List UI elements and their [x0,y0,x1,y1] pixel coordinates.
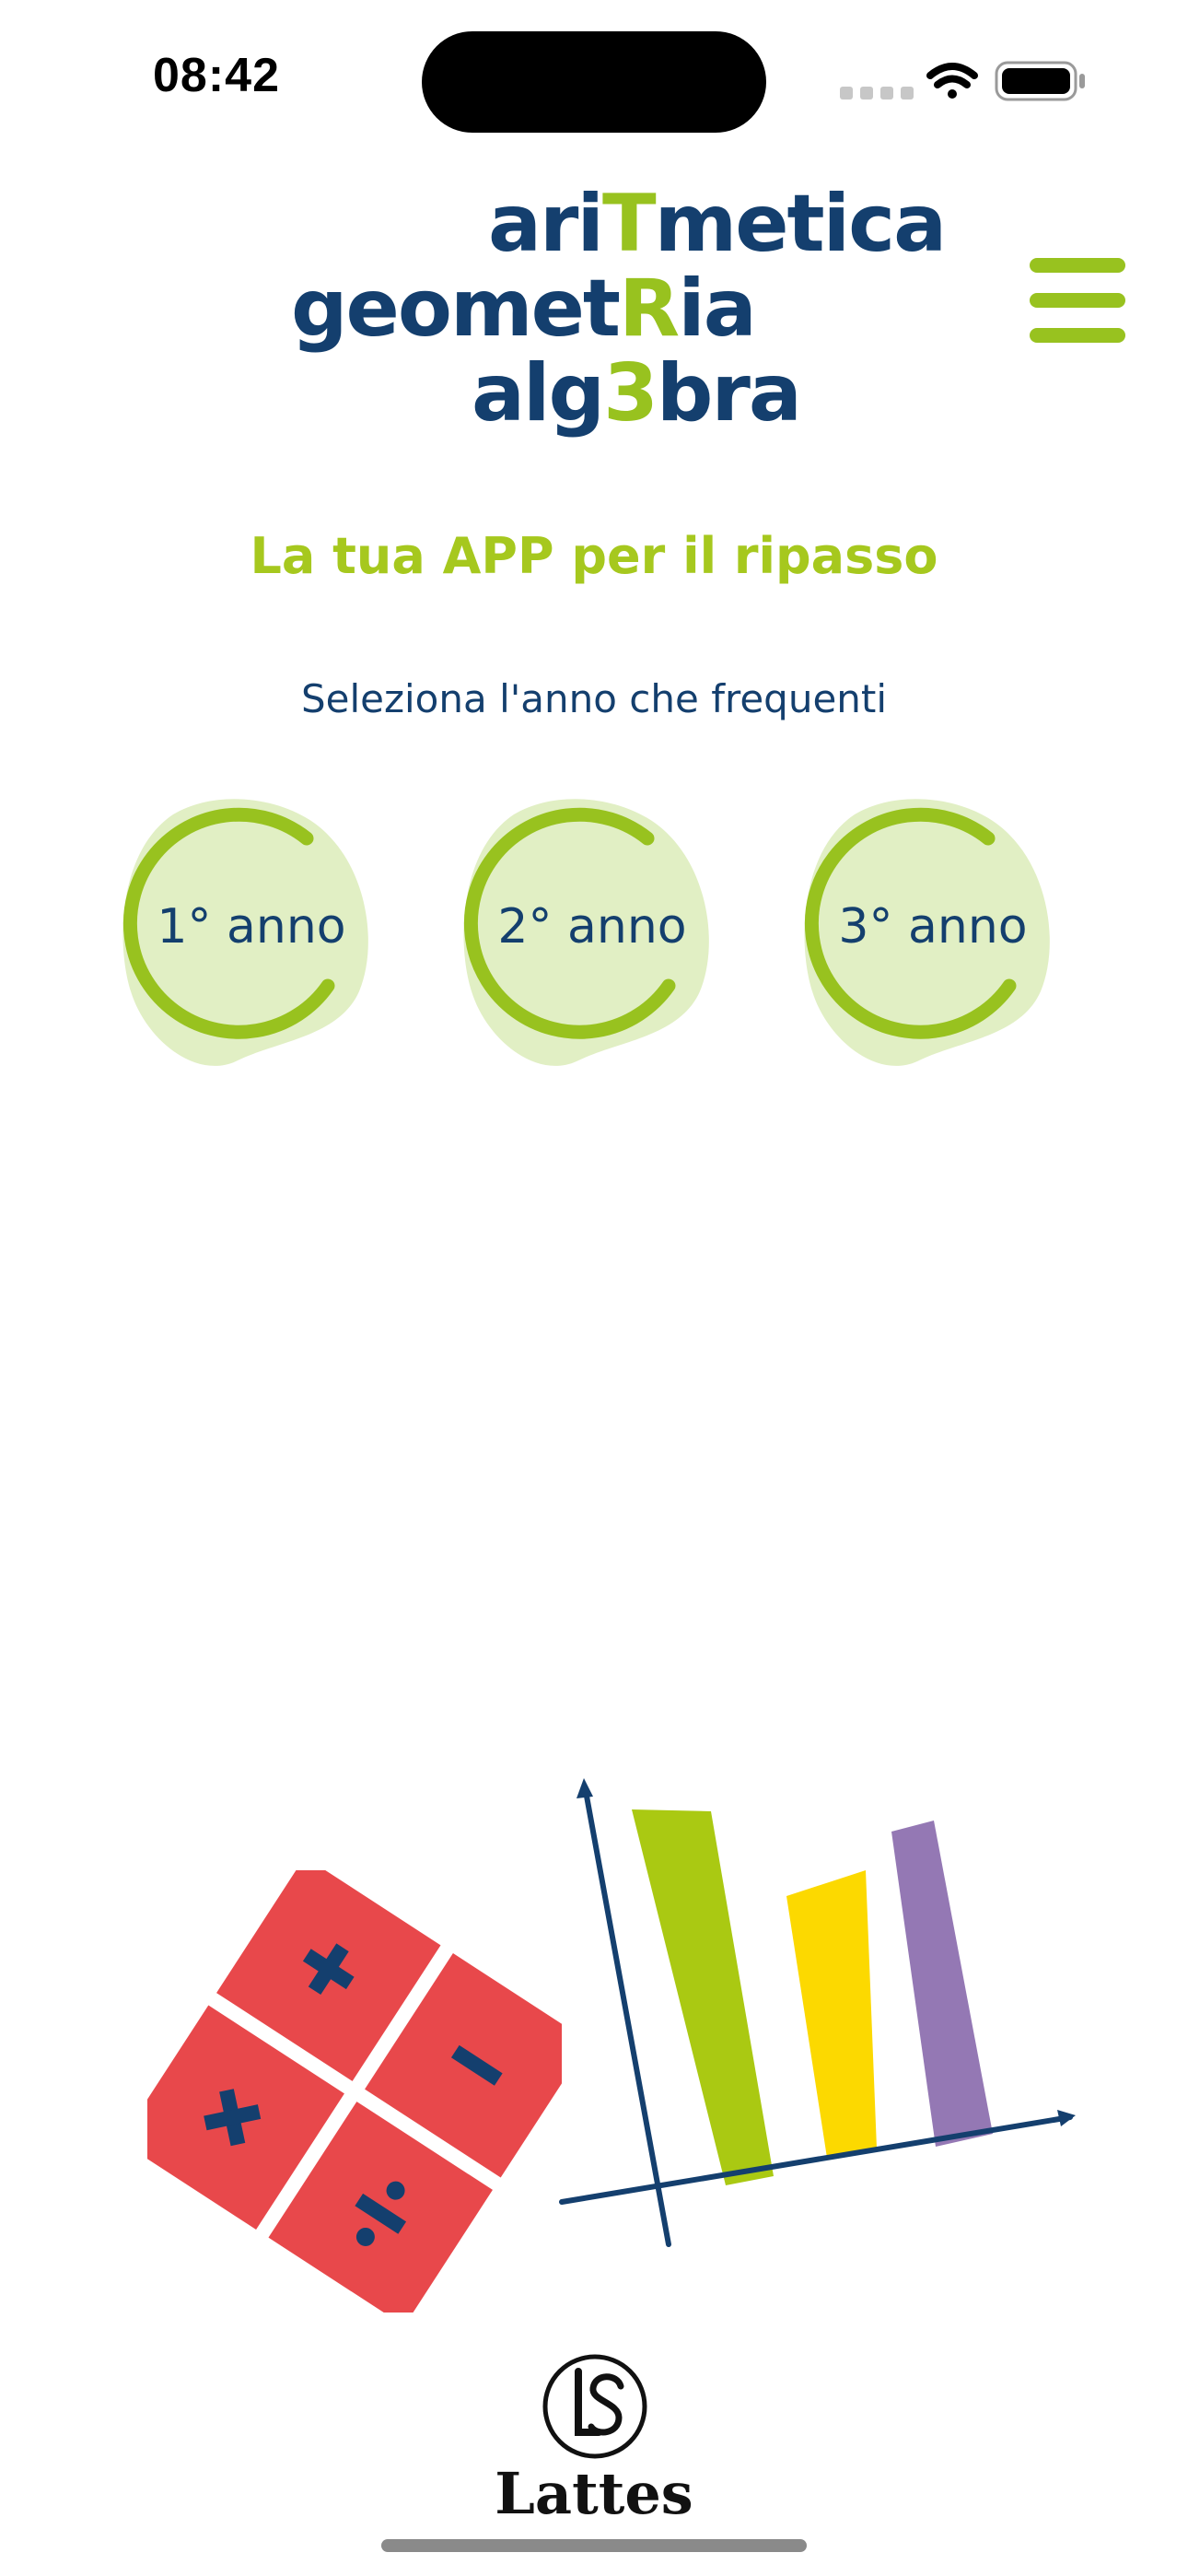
year-3-button[interactable]: 3° anno [799,790,1066,1076]
wifi-icon [926,63,978,99]
year-1-label: 1° anno [157,899,346,954]
year-3-label: 3° anno [838,899,1028,954]
year-2-button[interactable]: 2° anno [459,790,726,1076]
bar-chart-icon [553,1769,1077,2257]
dynamic-island [422,31,766,133]
logo-line-aritmetica: ariTmetica [488,178,947,270]
year-1-button[interactable]: 1° anno [118,790,385,1076]
publisher-ls-logo-icon [542,2353,648,2460]
app-logo: ariTmetica geometRia alg3bra [285,175,947,451]
math-operations-icon [120,1856,589,2326]
year-2-label: 2° anno [497,899,687,954]
select-year-instruction: Seleziona l'anno che frequenti [300,676,888,721]
status-time: 08:42 [153,49,280,102]
status-icons [840,55,1089,107]
hamburger-menu-icon[interactable] [1030,258,1125,343]
logo-line-geometria: geometRia [291,263,757,355]
logo-line-algebra: alg3bra [472,347,802,439]
tagline: La tua APP per il ripasso [250,527,938,585]
battery-icon [995,61,1085,101]
home-indicator[interactable] [381,2539,807,2552]
cellular-signal-icon [840,87,914,100]
publisher-name: Lattes [495,2460,693,2527]
